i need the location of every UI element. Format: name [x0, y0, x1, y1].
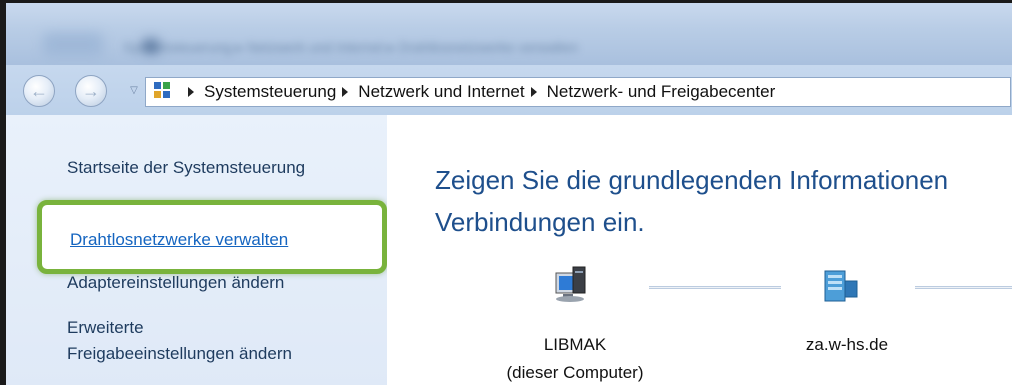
breadcrumb-netzwerk-und-internet[interactable]: Netzwerk und Internet	[358, 82, 524, 102]
breadcrumb-freigabecenter[interactable]: Netzwerk- und Freigabecenter	[547, 82, 776, 102]
chevron-down-icon: ▽	[130, 85, 138, 96]
connection-line	[649, 286, 781, 289]
breadcrumb-arrow-icon[interactable]	[530, 87, 537, 97]
window-title: Systemsteuerung ▸ Netzwerk und Internet …	[123, 39, 579, 55]
breadcrumb-arrow-icon[interactable]	[342, 87, 349, 97]
sidebar-item-startseite[interactable]: Startseite der Systemsteuerung	[67, 155, 305, 181]
title-bar: Systemsteuerung ▸ Netzwerk und Internet …	[3, 3, 1012, 65]
page-heading-line2: Verbindungen ein.	[435, 207, 645, 237]
sidebar-item-drahtlosnetzwerke[interactable]: Drahtlosnetzwerke verwalten	[70, 227, 288, 253]
breadcrumb-systemsteuerung[interactable]: Systemsteuerung	[204, 82, 336, 102]
forward-arrow-icon: →	[82, 80, 100, 101]
address-bar[interactable]: Systemsteuerung Netzwerk und Internet Ne…	[145, 77, 1011, 107]
control-panel-icon	[154, 82, 174, 102]
computer-name: LIBMAK	[543, 335, 607, 354]
highlight-callout: Drahtlosnetzwerke verwalten	[37, 200, 387, 274]
connection-line	[915, 286, 1012, 289]
sidebar-item-erweiterte-line2[interactable]: Freigabeeinstellungen ändern	[67, 341, 292, 367]
navigation-bar: ← → ▽ Systemsteuerung Netzwerk und Inter…	[3, 65, 1012, 115]
explorer-window: Systemsteuerung ▸ Netzwerk und Internet …	[0, 0, 1012, 385]
computer-subtitle: (dieser Computer)	[506, 363, 644, 382]
main-content: Zeigen Sie die grundlegenden Information…	[387, 115, 1012, 385]
domain-name: za.w-hs.de	[805, 335, 889, 354]
breadcrumb-arrow-icon[interactable]	[188, 87, 194, 97]
back-button[interactable]: ←	[23, 75, 55, 107]
sidebar-item-erweiterte-line1[interactable]: Erweiterte	[67, 315, 144, 341]
back-arrow-icon: ←	[30, 80, 48, 101]
computer-icon[interactable]	[553, 265, 593, 305]
window-border	[3, 3, 6, 385]
domain-network-icon[interactable]	[823, 267, 863, 307]
forward-button[interactable]: →	[75, 75, 107, 107]
recent-pages-dropdown[interactable]: ▽	[127, 83, 141, 99]
page-heading-line1: Zeigen Sie die grundlegenden Information…	[435, 165, 949, 195]
